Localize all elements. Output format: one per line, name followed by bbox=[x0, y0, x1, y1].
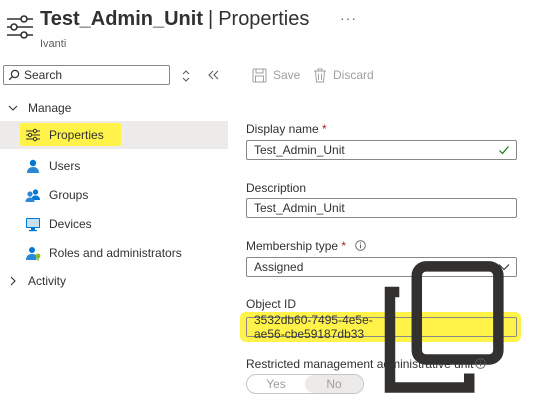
nav-group-label: Manage bbox=[28, 101, 72, 115]
discard-label: Discard bbox=[333, 68, 374, 82]
roles-icon bbox=[26, 247, 41, 261]
properties-page: Test_Admin_Unit|Properties ··· Ivanti Ma… bbox=[0, 0, 542, 411]
nav-item-label: Roles and administrators bbox=[49, 246, 182, 260]
info-icon[interactable] bbox=[355, 240, 366, 251]
toggle-yes[interactable]: Yes bbox=[247, 375, 305, 393]
title-separator: | bbox=[207, 8, 214, 30]
description-label-text: Description bbox=[246, 181, 307, 195]
chevron-right-icon bbox=[10, 276, 16, 286]
devices-icon bbox=[26, 218, 40, 232]
restricted-toggle[interactable]: Yes No bbox=[246, 374, 364, 394]
object-id-label: Object ID bbox=[246, 297, 296, 311]
nav-item-label: Users bbox=[49, 159, 81, 173]
display-name-label-text: Display name bbox=[246, 122, 319, 136]
groups-icon bbox=[25, 189, 40, 202]
user-icon bbox=[27, 159, 39, 173]
membership-type-label-text: Membership type bbox=[246, 239, 339, 253]
sort-icon[interactable] bbox=[180, 68, 192, 84]
object-id-field[interactable]: 3532db60-7495-4e5e-ae56-cbe59187db33 bbox=[246, 261, 517, 393]
properties-icon bbox=[26, 128, 40, 142]
nav-group-label: Activity bbox=[28, 274, 67, 288]
description-label: Description bbox=[246, 181, 306, 195]
properties-icon bbox=[7, 15, 33, 39]
description-field[interactable] bbox=[246, 198, 517, 218]
required-marker: * bbox=[322, 122, 327, 136]
collapse-icon[interactable] bbox=[205, 67, 221, 83]
nav-item-devices[interactable]: Devices bbox=[0, 210, 228, 238]
search-icon bbox=[8, 69, 20, 81]
nav-item-label: Groups bbox=[49, 188, 89, 202]
chevron-down-icon bbox=[8, 105, 18, 111]
restricted-label-text: Restricted management administrative uni… bbox=[246, 357, 474, 371]
save-icon bbox=[252, 68, 267, 82]
nav-search-box[interactable] bbox=[3, 65, 170, 85]
nav-item-label: Properties bbox=[49, 128, 104, 142]
checkmark-icon bbox=[499, 146, 509, 155]
trash-icon bbox=[314, 68, 326, 82]
display-name-field[interactable] bbox=[246, 140, 517, 160]
toggle-no[interactable]: No bbox=[305, 375, 363, 393]
page-title: Test_Admin_Unit | Properties bbox=[40, 8, 309, 31]
nav-item-label: Devices bbox=[49, 217, 92, 231]
object-id-label-text: Object ID bbox=[246, 297, 297, 311]
save-label: Save bbox=[273, 68, 301, 82]
nav-group-manage[interactable]: Manage bbox=[0, 98, 228, 118]
search-input[interactable] bbox=[24, 68, 164, 82]
nav-group-activity[interactable]: Activity bbox=[0, 271, 228, 291]
page-subtitle: Ivanti bbox=[40, 38, 67, 50]
membership-type-value: Assigned bbox=[254, 260, 304, 274]
restricted-label: Restricted management administrative uni… bbox=[246, 357, 473, 371]
object-id-value: 3532db60-7495-4e5e-ae56-cbe59187db33 bbox=[254, 313, 373, 341]
display-name-input[interactable] bbox=[254, 143, 484, 157]
save-button[interactable]: Save bbox=[252, 66, 300, 84]
nav-item-properties-content[interactable]: Properties bbox=[0, 121, 228, 149]
page-name: Properties bbox=[218, 8, 310, 30]
membership-type-label: Membership type * bbox=[246, 239, 346, 253]
nav-item-groups[interactable]: Groups bbox=[0, 181, 228, 209]
unit-name: Test_Admin_Unit bbox=[40, 8, 203, 30]
nav-item-users[interactable]: Users bbox=[0, 152, 228, 180]
description-input[interactable] bbox=[254, 201, 484, 215]
discard-button[interactable]: Discard bbox=[313, 66, 374, 84]
more-options-button[interactable]: ··· bbox=[340, 10, 357, 26]
copy-icon[interactable] bbox=[376, 257, 516, 397]
nav-item-roles[interactable]: Roles and administrators bbox=[0, 239, 228, 267]
info-icon[interactable] bbox=[475, 358, 486, 369]
required-marker: * bbox=[341, 239, 347, 253]
display-name-label: Display name * bbox=[246, 122, 327, 136]
